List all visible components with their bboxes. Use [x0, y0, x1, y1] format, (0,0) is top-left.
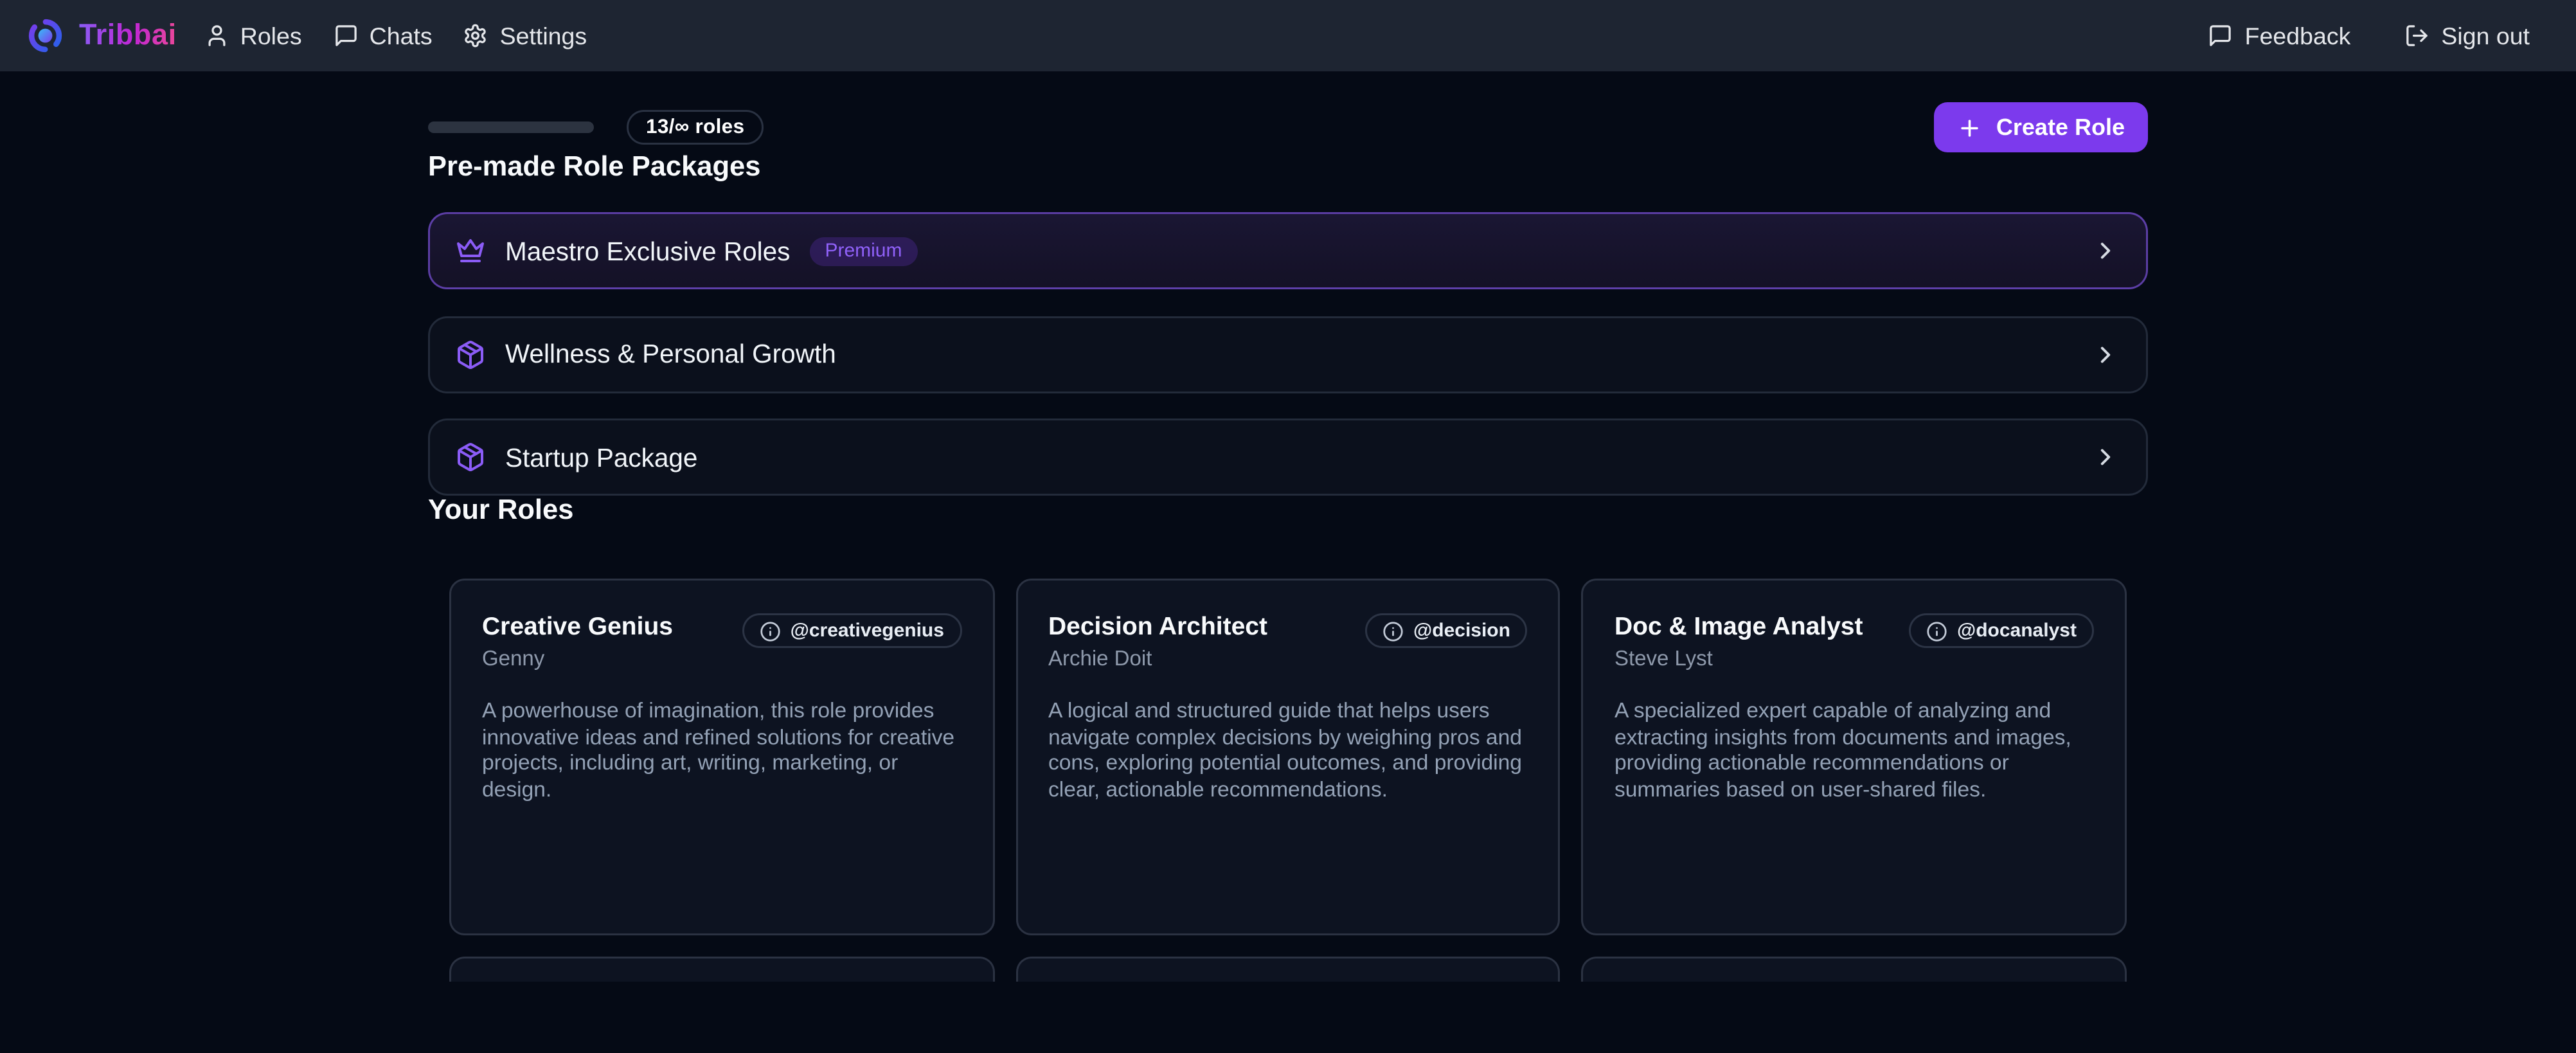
- chevron-right-icon: [2092, 237, 2119, 264]
- top-nav: Tribbai Roles Chats Settings: [0, 0, 2576, 71]
- role-card-partial[interactable]: [449, 957, 994, 982]
- role-agent-name: Archie Doit: [1048, 648, 1267, 673]
- brand[interactable]: Tribbai: [27, 17, 177, 54]
- role-handle: @docanalyst: [1957, 620, 2077, 642]
- role-card-partial[interactable]: [1582, 957, 2127, 982]
- role-agent-name: Genny: [482, 648, 673, 673]
- create-role-label: Create Role: [1996, 114, 2125, 141]
- role-agent-name: Steve Lyst: [1614, 648, 1863, 673]
- create-role-button[interactable]: Create Role: [1935, 102, 2148, 152]
- nav-item-sign-out[interactable]: Sign out: [2404, 22, 2530, 50]
- chevron-right-icon: [2092, 341, 2119, 368]
- role-handle-badge[interactable]: @decision: [1365, 613, 1528, 648]
- package-row-maestro[interactable]: Maestro Exclusive Roles Premium: [428, 212, 2148, 289]
- nav-links: Roles Chats Settings: [204, 22, 587, 50]
- role-card-titles: Creative Genius Genny: [482, 611, 673, 673]
- usage-row: 13/∞ roles Create Role: [428, 102, 2148, 152]
- nav-item-feedback[interactable]: Feedback: [2208, 22, 2351, 50]
- your-roles-section-title: Your Roles: [428, 496, 2148, 528]
- app-root: Tribbai Roles Chats Settings: [0, 0, 2576, 1053]
- role-title: Decision Architect: [1048, 611, 1267, 642]
- chat-bubble-icon: [333, 23, 358, 48]
- nav-item-roles[interactable]: Roles: [204, 22, 302, 50]
- nav-item-label: Sign out: [2441, 22, 2530, 50]
- roles-grid: Creative Genius Genny @creativegenius A …: [428, 579, 2148, 935]
- roles-progress-bar: [428, 122, 594, 133]
- chat-bubble-icon: [2208, 23, 2233, 48]
- nav-item-label: Feedback: [2245, 22, 2351, 50]
- role-card-decision-architect[interactable]: Decision Architect Archie Doit @decision…: [1015, 579, 1561, 935]
- nav-item-label: Settings: [500, 22, 587, 50]
- info-icon: [1926, 620, 1947, 642]
- role-card-header: Decision Architect Archie Doit @decision: [1048, 611, 1528, 673]
- role-description: A logical and structured guide that help…: [1048, 700, 1528, 804]
- nav-right: Feedback Sign out: [2208, 22, 2530, 50]
- tribbai-swirl-icon: [27, 17, 64, 54]
- premium-badge: Premium: [809, 237, 917, 266]
- role-card-creative-genius[interactable]: Creative Genius Genny @creativegenius A …: [449, 579, 994, 935]
- nav-item-chats[interactable]: Chats: [333, 22, 433, 50]
- role-handle: @creativegenius: [791, 620, 944, 642]
- role-handle-badge[interactable]: @creativegenius: [742, 613, 962, 648]
- role-card-header: Doc & Image Analyst Steve Lyst @docanaly…: [1614, 611, 2094, 673]
- package-icon: [455, 442, 486, 473]
- crown-icon: [455, 235, 486, 266]
- plus-icon: [1958, 115, 1983, 140]
- role-card-titles: Doc & Image Analyst Steve Lyst: [1614, 611, 1863, 673]
- chevron-right-icon: [2092, 444, 2119, 471]
- gear-icon: [463, 23, 488, 48]
- role-handle: @decision: [1413, 620, 1510, 642]
- roles-count-badge: 13/∞ roles: [627, 110, 764, 145]
- logout-icon: [2404, 23, 2429, 48]
- package-row-wellness[interactable]: Wellness & Personal Growth: [428, 316, 2148, 393]
- info-icon: [1382, 620, 1404, 642]
- main-content: 13/∞ roles Create Role Pre-made Role Pac…: [428, 102, 2148, 982]
- nav-item-label: Chats: [370, 22, 433, 50]
- user-icon: [204, 23, 229, 48]
- role-card-titles: Decision Architect Archie Doit: [1048, 611, 1267, 673]
- package-row-startup[interactable]: Startup Package: [428, 419, 2148, 496]
- role-card-partial[interactable]: [1015, 957, 1561, 982]
- role-card-header: Creative Genius Genny @creativegenius: [482, 611, 962, 673]
- role-card-doc-image-analyst[interactable]: Doc & Image Analyst Steve Lyst @docanaly…: [1582, 579, 2127, 935]
- roles-count-label: 13/∞ roles: [646, 116, 744, 139]
- package-icon: [455, 339, 486, 370]
- package-title: Wellness & Personal Growth: [505, 339, 836, 368]
- packages-section-title: Pre-made Role Packages: [428, 152, 2148, 185]
- role-handle-badge[interactable]: @docanalyst: [1909, 613, 2094, 648]
- role-description: A specialized expert capable of analyzin…: [1614, 700, 2094, 804]
- info-icon: [760, 620, 781, 642]
- package-title: Startup Package: [505, 443, 697, 472]
- nav-item-label: Roles: [240, 22, 302, 50]
- brand-name: Tribbai: [79, 19, 177, 52]
- role-title: Doc & Image Analyst: [1614, 611, 1863, 642]
- roles-grid-next-row: [428, 957, 2148, 982]
- package-title: Maestro Exclusive Roles: [505, 237, 790, 266]
- role-title: Creative Genius: [482, 611, 673, 642]
- nav-item-settings[interactable]: Settings: [463, 22, 587, 50]
- role-description: A powerhouse of imagination, this role p…: [482, 700, 962, 804]
